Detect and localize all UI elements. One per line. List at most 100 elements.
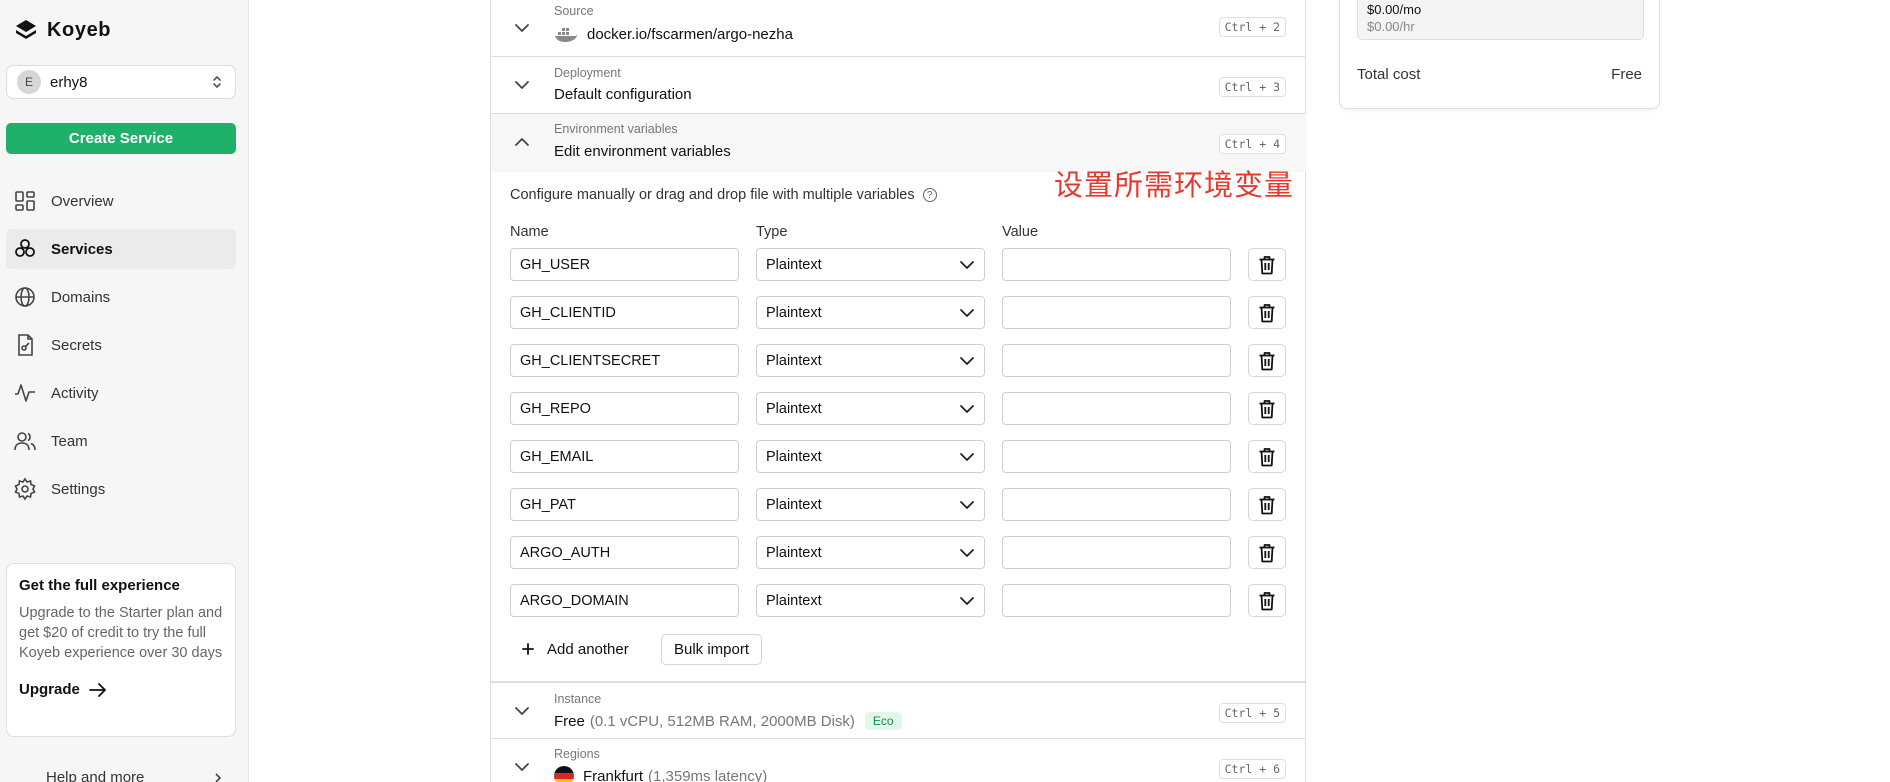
trash-icon [1259, 303, 1275, 322]
env-name-input[interactable] [510, 296, 739, 329]
source-section[interactable]: Source docker.io/fscarmen/argo-nezha Ctr… [491, 0, 1306, 57]
help-and-more[interactable]: Help and more [12, 769, 224, 782]
regions-section[interactable]: Regions Frankfurt (1,359ms latency) Ctrl… [491, 739, 1306, 782]
sidebar-item-services[interactable]: Services [6, 229, 236, 269]
chevron-down-icon [960, 404, 974, 413]
instance-detail: (0.1 vCPU, 512MB RAM, 2000MB Disk) [589, 712, 855, 730]
delete-row-button[interactable] [1248, 536, 1286, 569]
deployment-section[interactable]: Deployment Default configuration Ctrl + … [491, 57, 1306, 114]
env-type-select[interactable]: Plaintext [756, 584, 985, 617]
delete-row-button[interactable] [1248, 296, 1286, 329]
section-label: Source [554, 4, 594, 18]
env-var-row: Plaintext [510, 344, 1288, 377]
add-another-label: Add another [547, 640, 629, 658]
chevron-down-icon [960, 500, 974, 509]
price-box: $0.00/mo $0.00/hr [1357, 0, 1644, 40]
chevron-down-icon [960, 452, 974, 461]
upgrade-promo-card: Get the full experience Upgrade to the S… [6, 563, 236, 737]
delete-row-button[interactable] [1248, 584, 1286, 617]
chevron-down-icon [515, 81, 529, 89]
sidebar-item-label: Activity [51, 384, 99, 402]
section-label: Regions [554, 747, 600, 761]
env-type-select[interactable]: Plaintext [756, 344, 985, 377]
env-intro-text: Configure manually or drag and drop file… [510, 187, 915, 203]
delete-row-button[interactable] [1248, 248, 1286, 281]
service-config-panel: Source docker.io/fscarmen/argo-nezha Ctr… [490, 0, 1306, 782]
team-icon [13, 429, 37, 453]
env-var-row: Plaintext [510, 536, 1288, 569]
section-value: Edit environment variables [554, 143, 731, 160]
delete-row-button[interactable] [1248, 488, 1286, 521]
env-type-value: Plaintext [766, 544, 822, 561]
promo-text: Upgrade to the Starter plan and get $20 … [19, 605, 223, 661]
env-type-select[interactable]: Plaintext [756, 536, 985, 569]
env-type-select[interactable]: Plaintext [756, 392, 985, 425]
env-type-select[interactable]: Plaintext [756, 248, 985, 281]
env-value-input[interactable] [1002, 296, 1231, 329]
env-type-select[interactable]: Plaintext [756, 488, 985, 521]
trash-icon [1259, 591, 1275, 610]
env-value-input[interactable] [1002, 392, 1231, 425]
sidebar-item-label: Secrets [51, 336, 102, 354]
sidebar-item-team[interactable]: Team [6, 421, 236, 461]
section-value: docker.io/fscarmen/argo-nezha [554, 26, 793, 43]
create-service-button[interactable]: Create Service [6, 123, 236, 154]
env-name-input[interactable] [510, 536, 739, 569]
trash-icon [1259, 447, 1275, 466]
instance-section[interactable]: Instance Free (0.1 vCPU, 512MB RAM, 2000… [491, 682, 1306, 739]
env-name-input[interactable] [510, 248, 739, 281]
env-type-value: Plaintext [766, 448, 822, 465]
shortcut-badge: Ctrl + 3 [1218, 77, 1286, 97]
env-type-select[interactable]: Plaintext [756, 296, 985, 329]
sidebar-item-label: Services [51, 240, 113, 258]
grid-icon [13, 189, 37, 213]
sidebar-item-label: Domains [51, 288, 111, 306]
add-another-button[interactable]: Add another [522, 634, 629, 664]
chevron-down-icon [515, 24, 529, 32]
activity-icon [13, 381, 37, 405]
env-name-input[interactable] [510, 392, 739, 425]
env-type-select[interactable]: Plaintext [756, 440, 985, 473]
env-value-input[interactable] [1002, 440, 1231, 473]
delete-row-button[interactable] [1248, 440, 1286, 473]
upgrade-link[interactable]: Upgrade [19, 681, 223, 698]
bulk-import-button[interactable]: Bulk import [661, 634, 763, 665]
source-image: docker.io/fscarmen/argo-nezha [587, 26, 793, 43]
org-switcher[interactable]: E erhy8 [6, 65, 236, 99]
chevron-down-icon [960, 596, 974, 605]
delete-row-button[interactable] [1248, 344, 1286, 377]
koyeb-logo[interactable]: Koyeb [14, 18, 111, 42]
sidebar-item-settings[interactable]: Settings [6, 469, 236, 509]
cost-summary-card: $0.00/mo $0.00/hr Total cost Free [1339, 0, 1660, 109]
env-name-input[interactable] [510, 488, 739, 521]
sidebar-item-overview[interactable]: Overview [6, 181, 236, 221]
env-var-row: Plaintext [510, 248, 1288, 281]
env-name-input[interactable] [510, 440, 739, 473]
env-type-value: Plaintext [766, 304, 822, 321]
chevron-down-icon [960, 548, 974, 557]
sidebar-item-domains[interactable]: Domains [6, 277, 236, 317]
chevron-right-icon [215, 772, 222, 782]
env-type-value: Plaintext [766, 496, 822, 513]
env-value-input[interactable] [1002, 248, 1231, 281]
delete-row-button[interactable] [1248, 392, 1286, 425]
env-var-row: Plaintext [510, 488, 1288, 521]
env-value-input[interactable] [1002, 344, 1231, 377]
sidebar-item-activity[interactable]: Activity [6, 373, 236, 413]
total-cost-label: Total cost [1357, 66, 1421, 83]
column-header-value: Value [1002, 224, 1039, 240]
env-value-input[interactable] [1002, 584, 1231, 617]
section-label: Deployment [554, 66, 621, 80]
plus-icon [522, 643, 534, 655]
env-value-input[interactable] [1002, 488, 1231, 521]
help-circle-icon[interactable]: ? [922, 188, 937, 202]
env-value-input[interactable] [1002, 536, 1231, 569]
gear-icon [13, 477, 37, 501]
sidebar-item-secrets[interactable]: Secrets [6, 325, 236, 365]
sidebar-item-label: Settings [51, 480, 106, 498]
chevron-down-icon [960, 356, 974, 365]
section-label: Environment variables [554, 122, 678, 136]
env-name-input[interactable] [510, 584, 739, 617]
env-name-input[interactable] [510, 344, 739, 377]
chevron-down-icon [515, 763, 529, 771]
